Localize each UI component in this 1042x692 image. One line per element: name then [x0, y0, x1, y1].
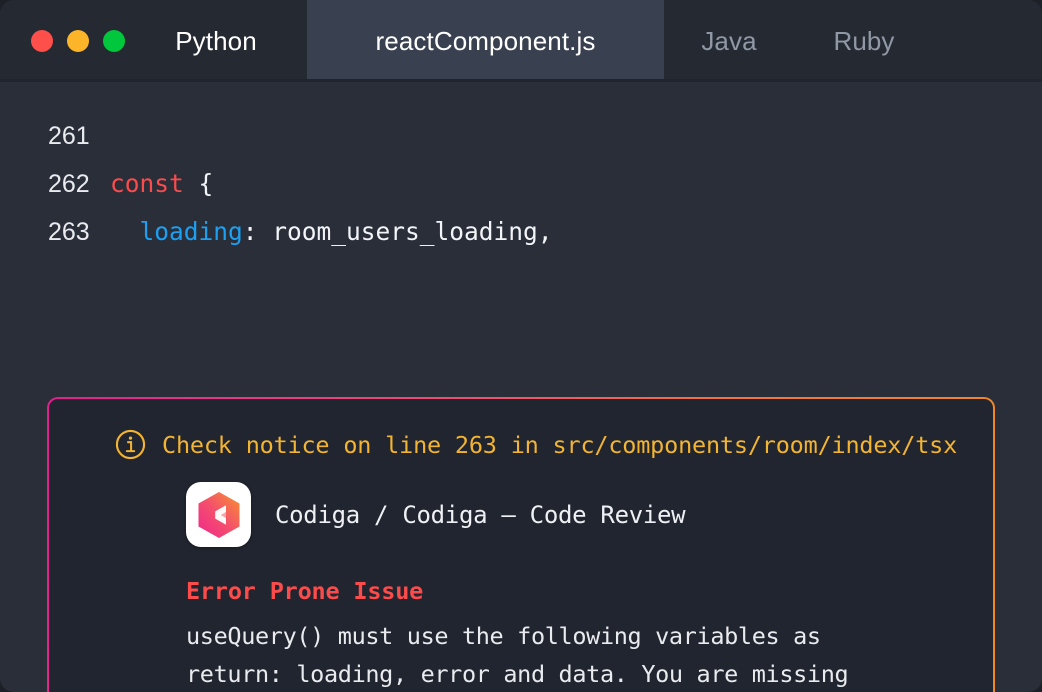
- line-content[interactable]: const {: [110, 160, 213, 208]
- issue-description: useQuery() must use the following variab…: [186, 622, 849, 688]
- token-plain: {: [183, 169, 214, 198]
- notice-headline: Check notice on line 263 in src/componen…: [162, 430, 958, 459]
- code-line: 263 loading: room_users_loading,: [48, 208, 1042, 256]
- maximize-window-button[interactable]: [103, 30, 125, 52]
- line-number: 263: [48, 218, 90, 246]
- code-lines: 261 262 const { 263 loading: room_users_…: [0, 112, 1042, 256]
- codiga-hexagon-glyph: [198, 491, 239, 538]
- line-number: 261: [48, 122, 90, 150]
- token-property: loading: [139, 217, 243, 246]
- token-keyword: const: [110, 169, 184, 198]
- close-window-button[interactable]: [31, 30, 53, 52]
- tab-java[interactable]: Java: [664, 0, 794, 82]
- info-circle-icon: [115, 429, 146, 460]
- traffic-light-controls: [0, 0, 125, 82]
- tab-reactcomponent-js[interactable]: reactComponent.js: [307, 0, 664, 82]
- minimize-window-button[interactable]: [67, 30, 89, 52]
- issue-title: Error Prone Issue: [186, 577, 424, 605]
- line-number: 262: [48, 170, 90, 198]
- code-line: 262 const {: [48, 160, 1042, 208]
- code-editor: 261 262 const { 263 loading: room_users_…: [0, 82, 1042, 692]
- tool-row: Codiga / Codiga — Code Review: [89, 482, 953, 547]
- line-content[interactable]: loading: room_users_loading,: [110, 208, 553, 256]
- code-line: 261: [48, 112, 1042, 160]
- check-notice-inner: Check notice on line 263 in src/componen…: [49, 399, 993, 692]
- token-plain: : room_users_loading,: [242, 217, 553, 246]
- tool-name-label: Codiga / Codiga — Code Review: [275, 500, 686, 529]
- tab-bar: Python reactComponent.js Java Ruby: [0, 0, 1042, 82]
- tab-ruby[interactable]: Ruby: [794, 0, 934, 82]
- check-notice-panel: Check notice on line 263 in src/componen…: [47, 397, 995, 692]
- tab-list: Python reactComponent.js Java Ruby: [125, 0, 1042, 82]
- tab-python[interactable]: Python: [125, 0, 307, 82]
- editor-window: Python reactComponent.js Java Ruby 261 2…: [0, 0, 1042, 692]
- codiga-logo-icon: [186, 482, 251, 547]
- notice-header: Check notice on line 263 in src/componen…: [89, 429, 957, 460]
